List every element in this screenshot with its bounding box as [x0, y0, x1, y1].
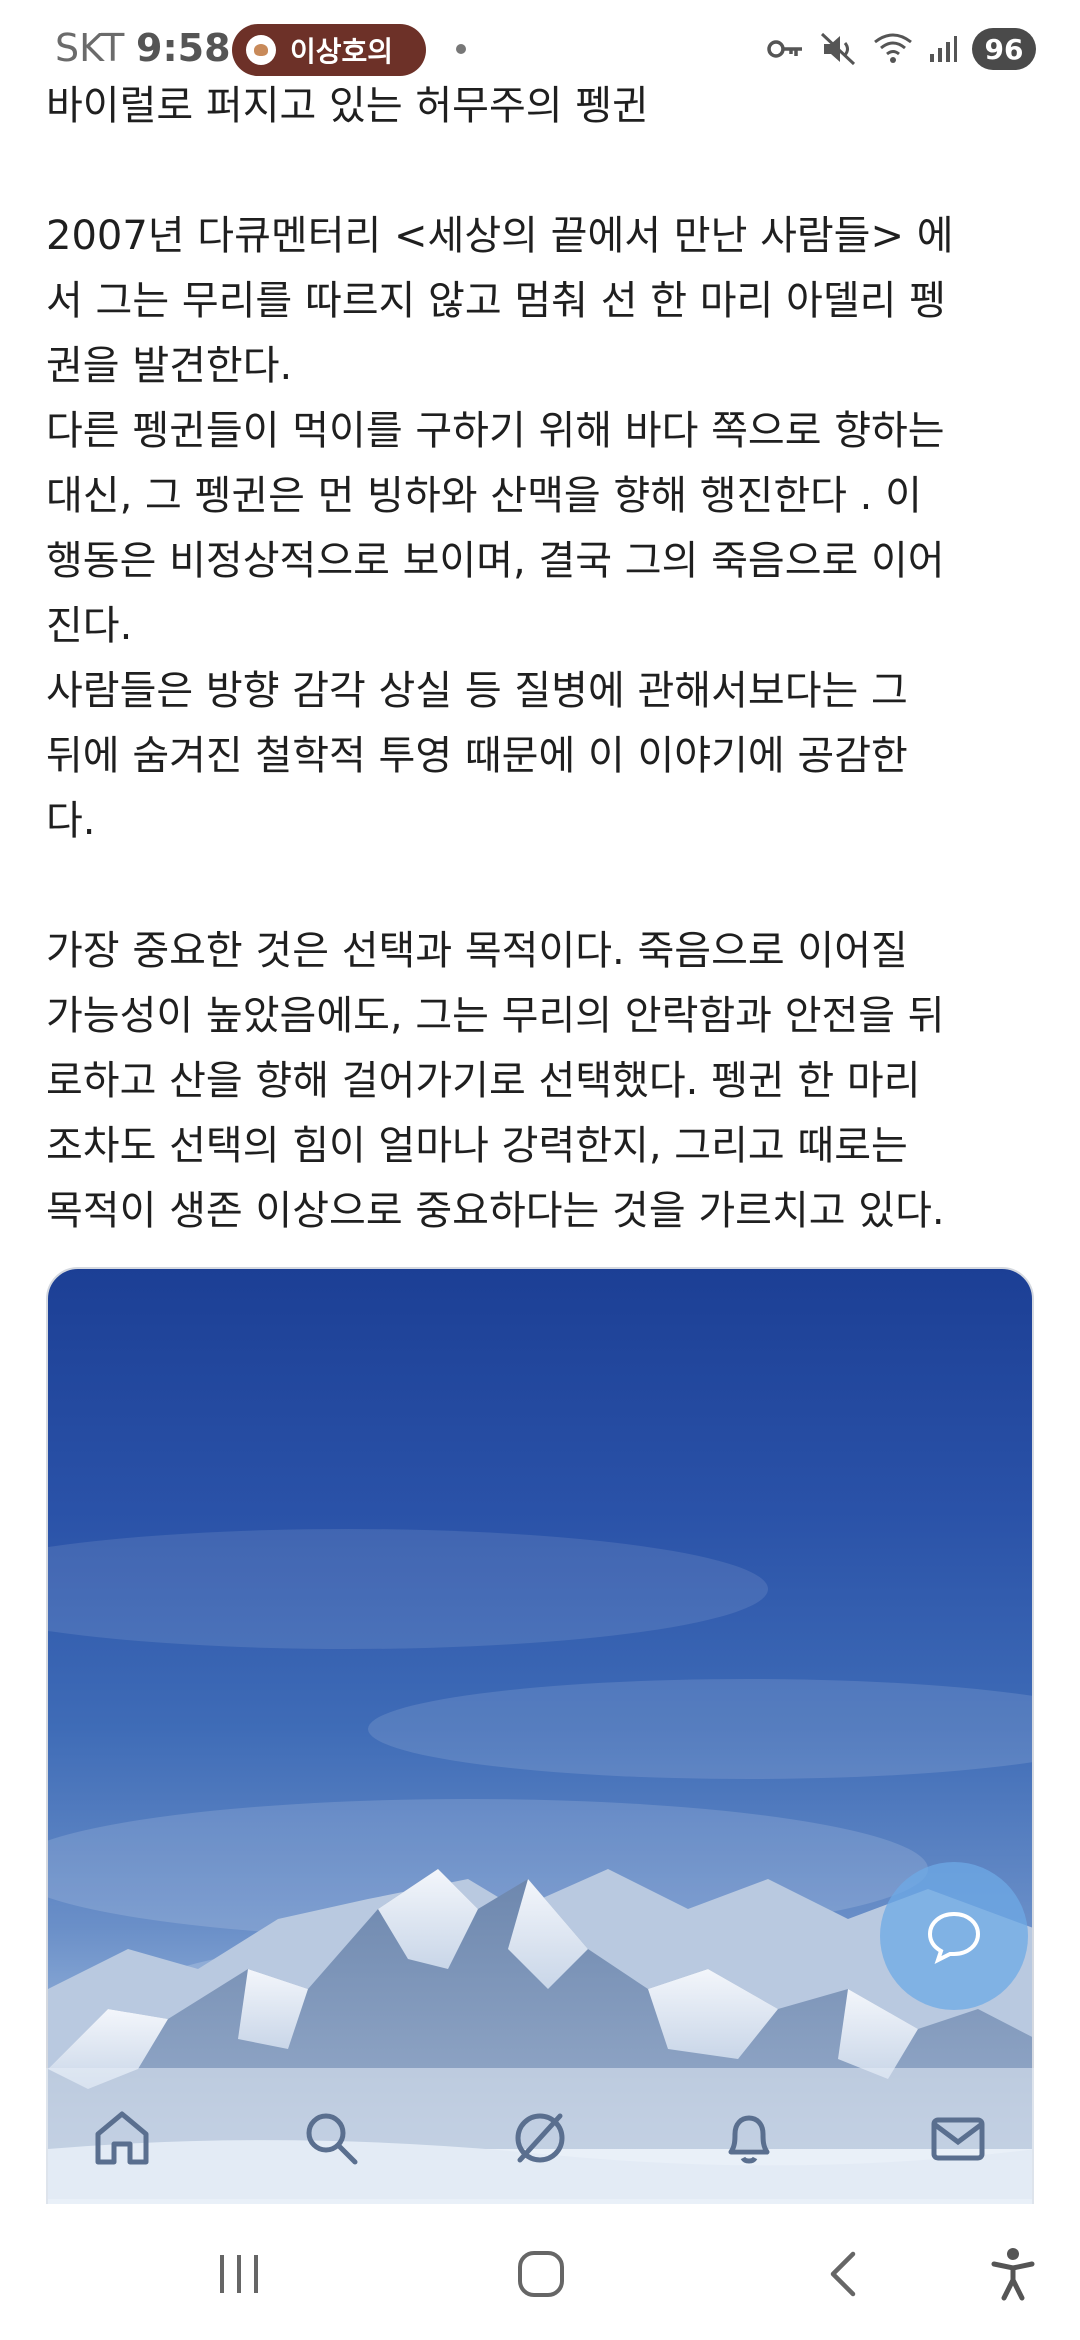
clock: 9:58	[136, 26, 231, 70]
nav-notifications[interactable]	[709, 2098, 789, 2178]
recent-apps-icon	[220, 2255, 258, 2293]
nav-messages[interactable]	[918, 2098, 998, 2178]
post-body: 바이럴로 퍼지고 있는 허무주의 펭귄 2007년 다큐멘터리 <세상의 끝에서…	[46, 74, 1046, 1244]
nav-home[interactable]	[82, 2098, 162, 2178]
status-icons: 96	[766, 26, 1036, 72]
battery-indicator: 96	[972, 28, 1036, 70]
bottom-navigation	[46, 2068, 1034, 2208]
accessibility-icon	[991, 2248, 1035, 2301]
system-navigation-bar	[0, 2204, 1080, 2340]
notification-pill[interactable]: 이상호의	[232, 24, 426, 76]
nav-search[interactable]	[291, 2098, 371, 2178]
chat-fab-button[interactable]	[880, 1862, 1028, 2010]
key-icon	[767, 40, 802, 58]
post-paragraph-1: 2007년 다큐멘터리 <세상의 끝에서 만난 사람들> 에 서 그는 무리를 …	[46, 213, 954, 844]
home-button-icon	[518, 2251, 564, 2297]
notification-avatar-icon	[246, 35, 276, 65]
post-paragraph-2: 가장 중요한 것은 선택과 목적이다. 죽음으로 이어질 가능성이 높았음에도,…	[46, 928, 945, 1234]
back-button[interactable]	[808, 2244, 878, 2304]
carrier-label: SKT	[55, 26, 125, 70]
notification-label: 이상호의	[290, 35, 394, 68]
nav-explore[interactable]	[500, 2098, 580, 2178]
notification-dot-icon	[456, 44, 466, 54]
home-icon	[95, 2111, 149, 2165]
explore-icon	[515, 2113, 565, 2163]
notifications-icon	[728, 2115, 770, 2164]
search-icon	[306, 2113, 358, 2165]
wifi-icon	[874, 33, 912, 63]
recent-apps-button[interactable]	[204, 2244, 274, 2304]
home-button[interactable]	[506, 2244, 576, 2304]
messages-icon	[931, 2117, 985, 2161]
signal-icon	[930, 36, 957, 62]
mute-icon	[820, 32, 856, 66]
post-title-line: 바이럴로 퍼지고 있는 허무주의 펭귄	[46, 83, 649, 129]
back-icon	[830, 2251, 856, 2297]
chat-bubble-icon	[927, 1911, 981, 1964]
accessibility-button[interactable]	[978, 2244, 1048, 2304]
